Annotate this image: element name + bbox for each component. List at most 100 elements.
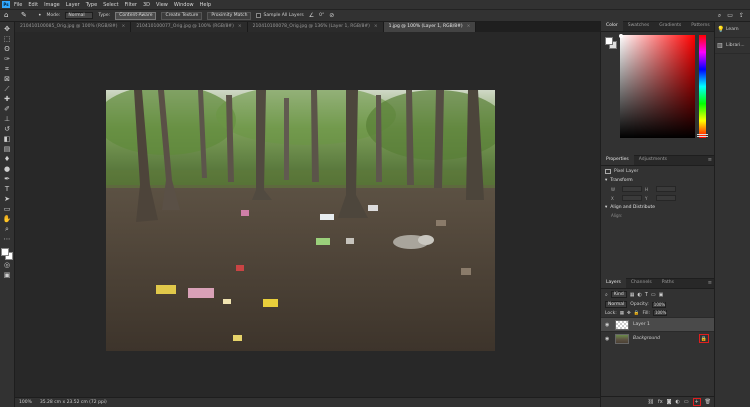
fill-field[interactable]: 100% <box>652 310 667 316</box>
doc-tab-4[interactable]: 1.jpg @ 100% (Layer 1, RGB/8#) × <box>383 22 477 32</box>
tab-properties[interactable]: Properties <box>601 155 634 165</box>
shape-tool-icon[interactable]: ▭ <box>2 204 13 214</box>
layer-row[interactable]: ◉ Layer 1 <box>601 317 715 331</box>
filter-smart-object-icon[interactable]: ▣ <box>659 292 664 298</box>
link-layers-icon[interactable]: ⛓ <box>648 399 654 405</box>
y-field[interactable] <box>656 195 676 201</box>
add-mask-icon[interactable]: ◙ <box>667 399 672 405</box>
blur-tool-icon[interactable]: ♦ <box>2 154 13 164</box>
panel-menu-icon[interactable]: ≡ <box>708 278 712 288</box>
tab-adjustments[interactable]: Adjustments <box>634 155 672 165</box>
path-select-tool-icon[interactable]: ➤ <box>2 194 13 204</box>
color-picker-marker[interactable] <box>619 34 623 38</box>
lock-position-icon[interactable]: ✥ <box>627 311 631 316</box>
menu-view[interactable]: View <box>156 2 168 8</box>
height-field[interactable] <box>656 186 676 192</box>
foreground-color-swatch[interactable] <box>1 248 9 256</box>
filter-shape-icon[interactable]: ▭ <box>651 292 656 298</box>
chevron-down-icon[interactable]: ▾ <box>605 205 607 210</box>
menu-type[interactable]: Type <box>86 2 97 8</box>
color-saturation-field[interactable] <box>620 35 695 138</box>
type-tool-icon[interactable]: T <box>2 184 13 194</box>
sample-all-layers-checkbox[interactable]: Sample All Layers <box>256 13 304 18</box>
doc-tab-2[interactable]: 210410100077_Orig.jpg @ 100% (RGB/8#) × <box>131 22 248 32</box>
tab-swatches[interactable]: Swatches <box>623 21 655 31</box>
proximity-match-button[interactable]: Proximity Match <box>207 11 252 20</box>
layer-row[interactable]: ◉ Background 🔒 <box>601 331 715 345</box>
eye-icon[interactable]: ◉ <box>605 336 611 342</box>
spot-healing-brush-icon[interactable]: ✎ <box>21 11 33 20</box>
adjustment-layer-icon[interactable]: ◐ <box>676 399 680 405</box>
hand-tool-icon[interactable]: ✋ <box>2 214 13 224</box>
crop-tool-icon[interactable]: ⌗ <box>2 64 13 74</box>
close-icon[interactable]: × <box>374 22 378 32</box>
content-aware-button[interactable]: Content-Aware <box>115 11 157 20</box>
menu-window[interactable]: Window <box>174 2 194 8</box>
search-icon[interactable]: ⌕ <box>718 12 721 20</box>
brush-size-icon[interactable]: • <box>38 12 42 19</box>
clone-stamp-tool-icon[interactable]: ⊥ <box>2 114 13 124</box>
history-brush-tool-icon[interactable]: ↺ <box>2 124 13 134</box>
quick-select-tool-icon[interactable]: ✑ <box>2 54 13 64</box>
menu-image[interactable]: Image <box>44 2 60 8</box>
angle-value[interactable]: 0° <box>319 13 324 18</box>
new-group-icon[interactable]: ▭ <box>684 399 689 405</box>
lock-pixels-icon[interactable]: ▦ <box>620 311 624 316</box>
frame-tool-icon[interactable]: ⊠ <box>2 74 13 84</box>
lasso-tool-icon[interactable]: ʘ <box>2 44 13 54</box>
gradient-tool-icon[interactable]: ▤ <box>2 144 13 154</box>
menu-3d[interactable]: 3D <box>143 2 150 8</box>
menu-filter[interactable]: Filter <box>125 2 137 8</box>
x-field[interactable] <box>622 195 642 201</box>
close-icon[interactable]: × <box>238 22 242 32</box>
healing-brush-tool-icon[interactable]: ✚ <box>2 94 13 104</box>
chevron-down-icon[interactable]: ▾ <box>605 178 607 183</box>
color-panel-swatches[interactable] <box>605 37 617 49</box>
width-field[interactable] <box>622 186 642 192</box>
dodge-tool-icon[interactable]: ● <box>2 164 13 174</box>
zoom-tool-icon[interactable]: ⌕ <box>2 224 13 234</box>
filter-kind-select[interactable]: Kind <box>610 291 627 298</box>
blend-mode-select[interactable]: Normal <box>605 301 628 308</box>
filter-adjustment-icon[interactable]: ◐ <box>637 292 641 298</box>
panel-menu-icon[interactable]: ≡ <box>708 155 712 165</box>
checkbox-box[interactable] <box>256 13 262 18</box>
doc-tab-1[interactable]: 210410100085_Orig.jpg @ 100% (RGB/8#) × <box>15 22 132 32</box>
zoom-level[interactable]: 100% <box>19 400 32 405</box>
doc-tab-3[interactable]: 210410100078_Orig.jpg @ 136% (Layer 1, R… <box>247 22 384 32</box>
align-section-header[interactable]: ▾ Align and Distribute <box>605 205 711 210</box>
layer-name[interactable]: Layer 1 <box>633 322 650 327</box>
layer-style-icon[interactable]: fx <box>658 399 663 405</box>
canvas-area[interactable] <box>15 32 600 397</box>
document-image[interactable] <box>106 90 495 351</box>
eye-icon[interactable]: ◉ <box>605 322 611 328</box>
eraser-tool-icon[interactable]: ◧ <box>2 134 13 144</box>
foreground-background-swatches[interactable] <box>1 248 13 260</box>
tab-channels[interactable]: Channels <box>626 278 657 288</box>
pressure-icon[interactable]: ⊘ <box>329 12 334 19</box>
document-info[interactable]: 35.28 cm x 23.52 cm (72 ppi) <box>40 400 107 405</box>
move-tool-icon[interactable]: ✥ <box>2 24 13 34</box>
trash-icon[interactable]: 🗑 <box>705 399 711 405</box>
tab-gradients[interactable]: Gradients <box>654 21 686 31</box>
home-icon[interactable]: ⌂ <box>4 11 16 20</box>
learn-panel-button[interactable]: 💡 Learn <box>715 22 750 38</box>
workspace-icon[interactable]: ▭ <box>727 12 733 20</box>
menu-file[interactable]: File <box>14 2 22 8</box>
lock-icon[interactable]: 🔒 <box>699 334 709 343</box>
new-layer-icon[interactable]: + <box>692 398 701 406</box>
hue-slider[interactable] <box>699 35 706 138</box>
share-icon[interactable]: ⇪ <box>739 12 744 20</box>
tab-paths[interactable]: Paths <box>657 278 679 288</box>
pen-tool-icon[interactable]: ✒ <box>2 174 13 184</box>
screen-mode-icon[interactable]: ▣ <box>2 270 13 280</box>
opacity-field[interactable]: 100% <box>651 301 666 308</box>
create-texture-button[interactable]: Create Texture <box>161 11 203 20</box>
angle-icon[interactable]: ∠ <box>309 12 314 19</box>
menu-select[interactable]: Select <box>103 2 118 8</box>
tab-layers[interactable]: Layers <box>601 278 626 288</box>
close-icon[interactable]: × <box>467 22 471 32</box>
eyedropper-tool-icon[interactable]: ⟋ <box>2 84 13 94</box>
menu-help[interactable]: Help <box>200 2 211 8</box>
transform-section-header[interactable]: ▾ Transform <box>605 178 711 183</box>
